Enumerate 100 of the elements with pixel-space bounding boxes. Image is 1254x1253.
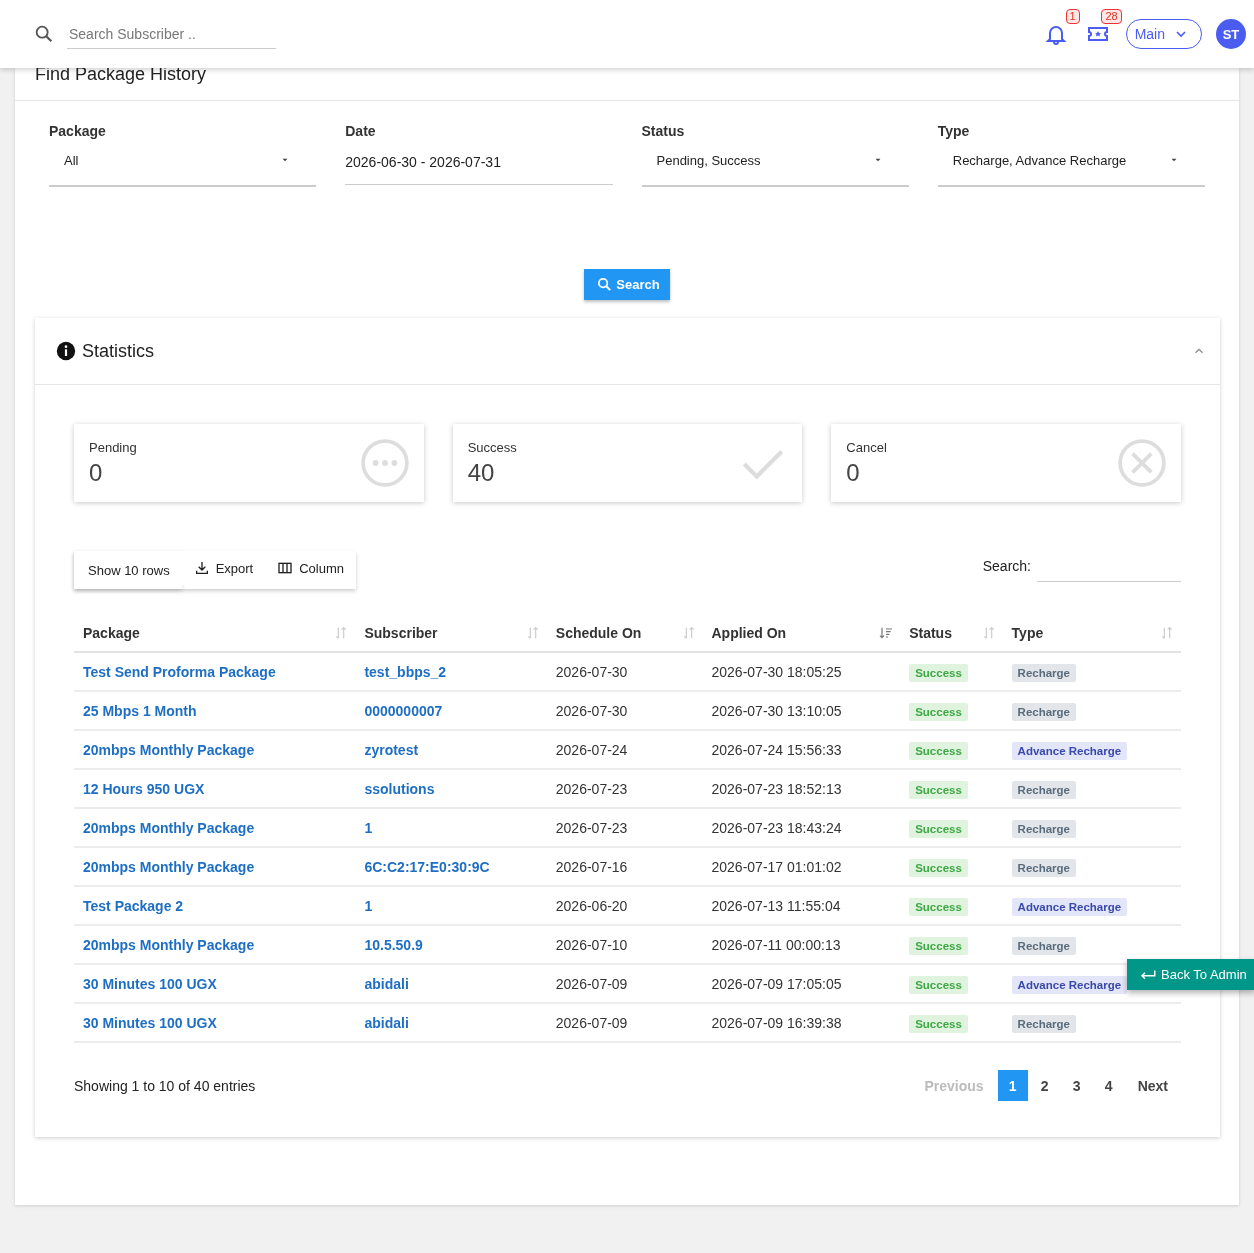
page-button[interactable]: 2 <box>1029 1070 1060 1101</box>
type-badge: Recharge <box>1011 780 1076 799</box>
columns-icon <box>277 560 294 576</box>
table-cell: 2026-07-23 <box>546 808 703 847</box>
subscriber-link[interactable]: 6C:C2:17:E0:30:9C <box>364 858 490 875</box>
column-button[interactable]: Column <box>265 551 357 585</box>
column-header[interactable]: Type <box>1011 625 1044 641</box>
select-field[interactable]: Recharge, Advance Recharge <box>937 147 1205 187</box>
table-cell: 2026-07-30 <box>546 691 703 730</box>
package-link[interactable]: 30 Minutes 100 UGX <box>83 975 217 992</box>
subscriber-link[interactable]: 1 <box>364 819 373 836</box>
page-button[interactable]: 3 <box>1061 1070 1092 1101</box>
page-button[interactable]: 4 <box>1093 1070 1124 1101</box>
cancel-icon <box>1117 438 1167 488</box>
table-cell: 2026-07-13 11:55:04 <box>702 886 901 925</box>
table-cell: 2026-07-24 15:56:33 <box>702 730 901 769</box>
entries-info: Showing 1 to 10 of 40 entries <box>74 1077 256 1094</box>
package-link[interactable]: 30 Minutes 100 UGX <box>83 1014 217 1031</box>
type-badge: Advance Recharge <box>1011 741 1128 760</box>
search-icon <box>33 23 55 45</box>
search-icon <box>596 276 614 293</box>
select-field[interactable]: All <box>49 147 317 187</box>
ticket-badge: 28 <box>1101 9 1122 24</box>
stat-label: Cancel <box>846 439 887 455</box>
column-header[interactable]: Package <box>83 625 140 641</box>
package-link[interactable]: 20mbps Monthly Package <box>83 858 255 875</box>
panel-title: Statistics <box>82 340 155 362</box>
package-link[interactable]: Test Send Proforma Package <box>83 663 276 680</box>
select-field[interactable]: Pending, Success <box>641 147 909 187</box>
subscriber-link[interactable]: 1 <box>364 897 373 914</box>
avatar[interactable]: ST <box>1216 19 1246 49</box>
more-icon <box>359 438 410 488</box>
table-cell: 2026-07-17 01:01:02 <box>702 847 901 886</box>
table-cell: 2026-07-30 13:10:05 <box>702 691 901 730</box>
field-label: Type <box>937 123 971 139</box>
next-button[interactable]: Next <box>1125 1070 1180 1101</box>
status-badge: Success <box>909 741 968 760</box>
table-cell: 2026-07-16 <box>546 847 703 886</box>
column-header[interactable]: Schedule On <box>555 625 642 641</box>
stat-label: Pending <box>89 439 137 455</box>
subscriber-link[interactable]: 0000000007 <box>364 702 443 719</box>
type-badge: Advance Recharge <box>1011 975 1128 994</box>
table-cell: 2026-07-30 18:05:25 <box>702 652 901 691</box>
stat-value: 0 <box>89 458 104 487</box>
package-link[interactable]: 12 Hours 950 UGX <box>83 780 205 797</box>
table-cell: 2026-07-09 17:05:05 <box>702 964 901 1003</box>
type-badge: Recharge <box>1011 1014 1076 1033</box>
status-badge: Success <box>909 780 968 799</box>
table-cell: 2026-07-24 <box>546 730 703 769</box>
package-link[interactable]: 20mbps Monthly Package <box>83 819 255 836</box>
type-badge: Recharge <box>1011 936 1076 955</box>
table-cell: 2026-07-10 <box>546 925 703 964</box>
table-cell: 2026-07-23 18:43:24 <box>702 808 901 847</box>
table-cell: 2026-07-09 <box>546 1003 703 1042</box>
back-button[interactable]: Back To Admin <box>1127 959 1254 990</box>
field-label: Package <box>49 123 107 139</box>
info-icon <box>56 341 76 361</box>
subscriber-link[interactable]: abidali <box>364 975 409 992</box>
stat-label: Success <box>467 439 517 455</box>
menu-dropdown[interactable]: Main <box>1125 19 1202 49</box>
status-badge: Success <box>909 858 968 877</box>
package-link[interactable]: 25 Mbps 1 Month <box>83 702 197 719</box>
search-label: Search: <box>982 558 1031 576</box>
status-badge: Success <box>909 702 968 721</box>
field-label: Status <box>641 123 686 139</box>
search-button[interactable]: Search <box>584 269 670 300</box>
subscriber-link[interactable]: test_bbps_2 <box>364 663 447 680</box>
column-header[interactable]: Applied On <box>711 625 787 641</box>
table-cell: 2026-07-23 18:52:13 <box>702 769 901 808</box>
package-link[interactable]: 20mbps Monthly Package <box>83 741 255 758</box>
status-badge: Success <box>909 936 968 955</box>
download-icon <box>193 560 210 576</box>
subscriber-link[interactable]: zyrotest <box>364 741 419 758</box>
notification-badge: 1 <box>1065 9 1080 24</box>
subscriber-link[interactable]: ssolutions <box>364 780 435 797</box>
field-label: Date <box>345 123 377 139</box>
status-badge: Success <box>909 819 968 838</box>
subscriber-link[interactable]: abidali <box>364 1014 409 1031</box>
table-cell: 2026-07-11 00:00:13 <box>702 925 901 964</box>
status-badge: Success <box>909 663 968 682</box>
type-badge: Recharge <box>1011 663 1076 682</box>
table-cell: 2026-07-09 16:39:38 <box>702 1003 901 1042</box>
column-header[interactable]: Status <box>909 625 952 641</box>
page-button[interactable]: 1 <box>997 1070 1028 1101</box>
status-badge: Success <box>909 897 968 916</box>
date-field[interactable]: 2026-06-30 - 2026-07-31 <box>345 147 613 185</box>
status-badge: Success <box>909 975 968 994</box>
table-cell: 2026-07-30 <box>546 652 703 691</box>
status-badge: Success <box>909 1014 968 1033</box>
table-cell: 2026-07-23 <box>546 769 703 808</box>
type-badge: Recharge <box>1011 702 1076 721</box>
subscriber-link[interactable]: 10.5.50.9 <box>364 936 423 953</box>
column-header[interactable]: Subscriber <box>364 625 438 641</box>
package-link[interactable]: 20mbps Monthly Package <box>83 936 255 953</box>
stat-value: 40 <box>467 458 496 487</box>
type-badge: Advance Recharge <box>1011 897 1128 916</box>
package-link[interactable]: Test Package 2 <box>83 897 184 914</box>
type-badge: Recharge <box>1011 819 1076 838</box>
stat-value: 0 <box>846 458 861 487</box>
table-cell: 2026-07-09 <box>546 964 703 1003</box>
